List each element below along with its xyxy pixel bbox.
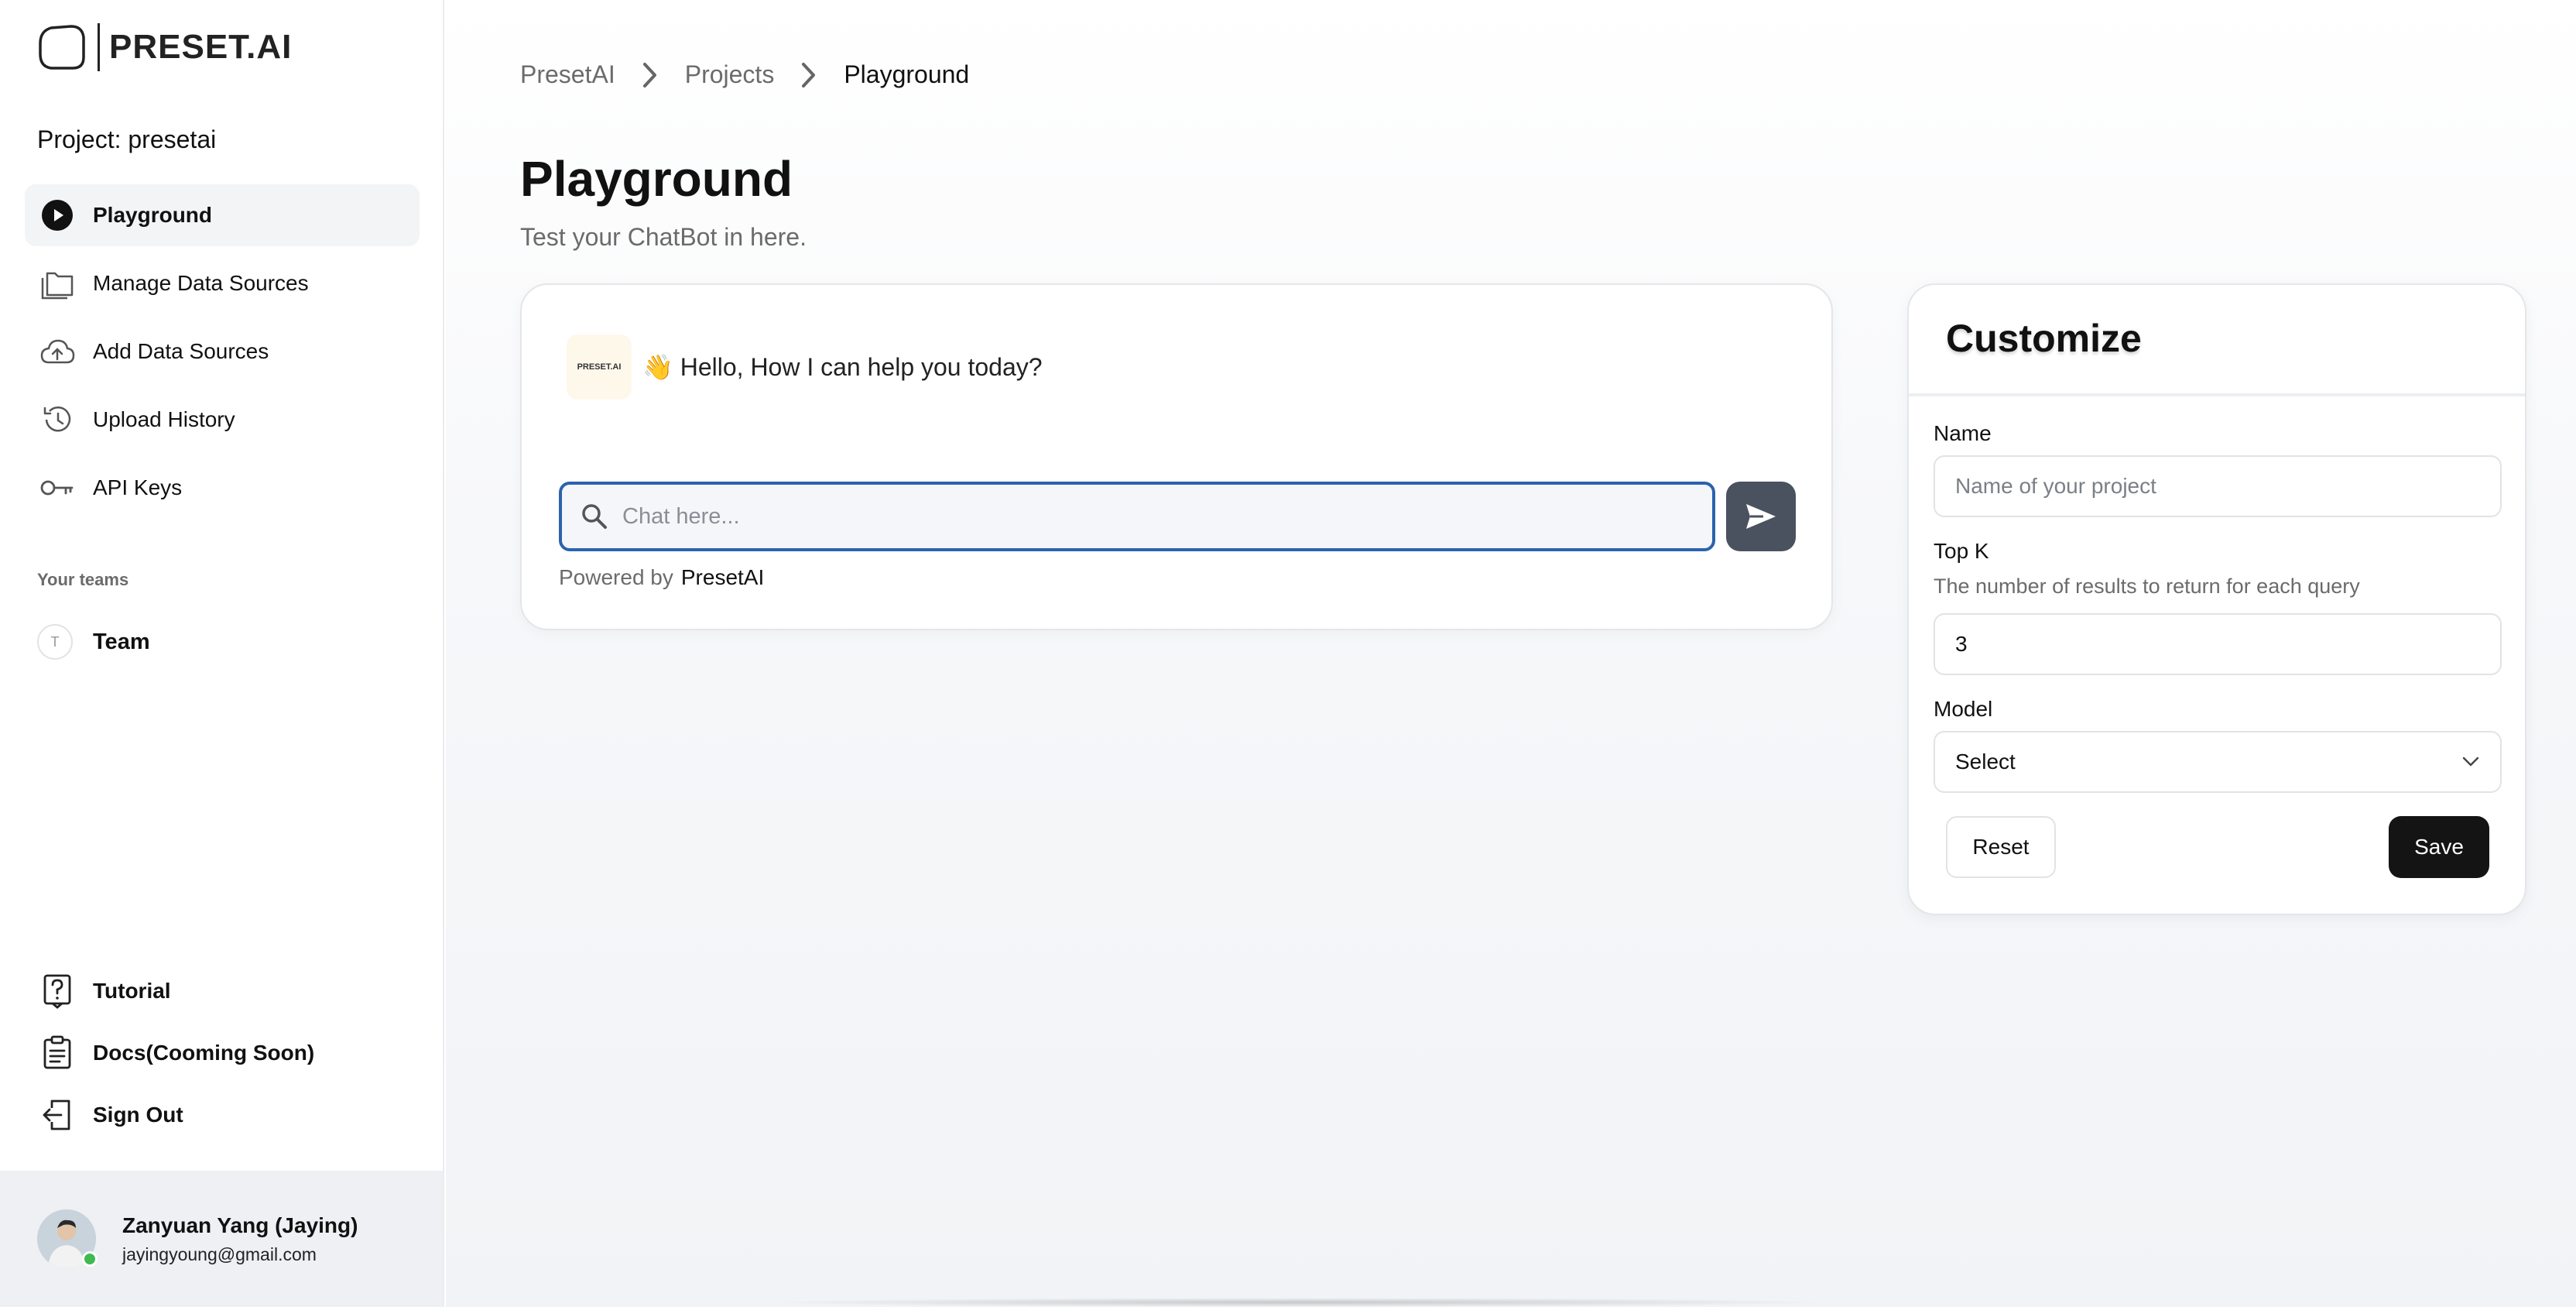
clipboard-icon	[39, 1034, 76, 1072]
sidebar-item-api-keys[interactable]: API Keys	[25, 457, 420, 519]
chat-panel: PRESET.AI 👋 Hello, How I can help you to…	[520, 283, 1833, 630]
online-status-dot	[82, 1251, 98, 1267]
user-info: Zanyuan Yang (Jaying) jayingyoung@gmail.…	[122, 1213, 358, 1265]
customize-panel: Customize Name Top K The number of resul…	[1907, 283, 2526, 915]
logo-divider	[98, 23, 100, 71]
reset-button[interactable]: Reset	[1946, 816, 2056, 878]
customize-header: Customize	[1909, 285, 2525, 396]
sidebar-item-manage-data-sources[interactable]: Manage Data Sources	[25, 252, 420, 314]
name-label: Name	[1934, 421, 1992, 445]
sidebar-item-label: Docs(Cooming Soon)	[93, 1041, 315, 1065]
chat-input-box[interactable]	[559, 482, 1715, 551]
sidebar-item-playground[interactable]: Playground	[25, 184, 420, 246]
breadcrumb-item[interactable]: Projects	[685, 60, 775, 89]
bottom-shadow	[755, 1298, 1839, 1307]
chevron-right-icon	[642, 62, 656, 87]
logo-text: PRESET.AI	[109, 28, 293, 66]
breadcrumb: PresetAI Projects Playground	[520, 60, 969, 89]
avatar	[37, 1209, 98, 1268]
logo-mark-icon	[39, 25, 85, 70]
sidebar-item-label: Upload History	[93, 407, 235, 431]
play-circle-icon	[39, 197, 76, 234]
cloud-upload-icon	[39, 333, 76, 370]
breadcrumb-current: Playground	[844, 60, 970, 88]
project-label: Project: presetai	[37, 125, 217, 153]
customize-title: Customize	[1946, 317, 2142, 360]
sidebar: PRESET.AI Project: presetai Playground M…	[0, 0, 444, 1307]
chat-input[interactable]	[622, 503, 1690, 530]
model-label: Model	[1934, 697, 1993, 721]
breadcrumb-item[interactable]: PresetAI	[520, 60, 615, 89]
sidebar-item-tutorial[interactable]: Tutorial	[25, 960, 420, 1022]
sidebar-item-label: Tutorial	[93, 979, 171, 1003]
sidebar-item-label: Add Data Sources	[93, 339, 269, 363]
sidebar-item-add-data-sources[interactable]: Add Data Sources	[25, 321, 420, 382]
send-icon	[1746, 504, 1776, 529]
team-item[interactable]: T Team	[37, 624, 150, 660]
teams-section-title: Your teams	[37, 570, 129, 589]
sidebar-bottom-nav: Tutorial Docs(Cooming Soon) Sign Out	[25, 960, 420, 1146]
page-title: Playground	[520, 151, 793, 207]
team-label: Team	[93, 629, 150, 654]
sidebar-item-label: Manage Data Sources	[93, 271, 309, 295]
bot-avatar: PRESET.AI	[567, 334, 632, 400]
key-icon	[39, 469, 76, 506]
top-k-label: Top K	[1934, 539, 1989, 563]
user-name: Zanyuan Yang (Jaying)	[122, 1213, 358, 1237]
bot-message: PRESET.AI 👋 Hello, How I can help you to…	[567, 334, 1043, 400]
search-icon	[582, 504, 607, 529]
sidebar-item-upload-history[interactable]: Upload History	[25, 389, 420, 451]
model-select-value: Select	[1955, 750, 2016, 774]
sidebar-item-docs[interactable]: Docs(Cooming Soon)	[25, 1022, 420, 1084]
brand-logo[interactable]: PRESET.AI	[36, 20, 292, 74]
bot-message-text: 👋 Hello, How I can help you today?	[642, 353, 1043, 381]
page-subtitle: Test your ChatBot in here.	[520, 223, 807, 251]
chevron-right-icon	[802, 62, 816, 87]
powered-by: Powered by PresetAI	[559, 565, 764, 590]
history-icon	[39, 401, 76, 438]
sidebar-item-label: Sign Out	[93, 1103, 183, 1127]
sidebar-item-label: Playground	[93, 203, 213, 227]
team-avatar: T	[37, 624, 73, 660]
sidebar-nav: Playground Manage Data Sources Add Data …	[25, 184, 420, 525]
model-select[interactable]: Select	[1934, 731, 2502, 793]
sign-out-icon	[39, 1096, 76, 1134]
question-icon	[39, 973, 76, 1010]
main-content: PresetAI Projects Playground Playground …	[446, 0, 2576, 1307]
send-button[interactable]	[1726, 482, 1796, 551]
powered-by-label: Powered by	[559, 565, 673, 589]
bot-avatar-text: PRESET.AI	[577, 362, 622, 372]
user-profile[interactable]: Zanyuan Yang (Jaying) jayingyoung@gmail.…	[0, 1171, 443, 1307]
folders-icon	[39, 265, 76, 302]
sidebar-item-sign-out[interactable]: Sign Out	[25, 1084, 420, 1146]
project-name-input[interactable]	[1934, 455, 2502, 517]
top-k-help: The number of results to return for each…	[1934, 575, 2360, 598]
save-button[interactable]: Save	[2389, 816, 2489, 878]
top-k-input[interactable]	[1934, 613, 2502, 675]
sidebar-item-label: API Keys	[93, 475, 183, 499]
chevron-down-icon	[2462, 756, 2479, 767]
user-email: jayingyoung@gmail.com	[122, 1244, 317, 1264]
powered-by-brand[interactable]: PresetAI	[681, 565, 764, 589]
